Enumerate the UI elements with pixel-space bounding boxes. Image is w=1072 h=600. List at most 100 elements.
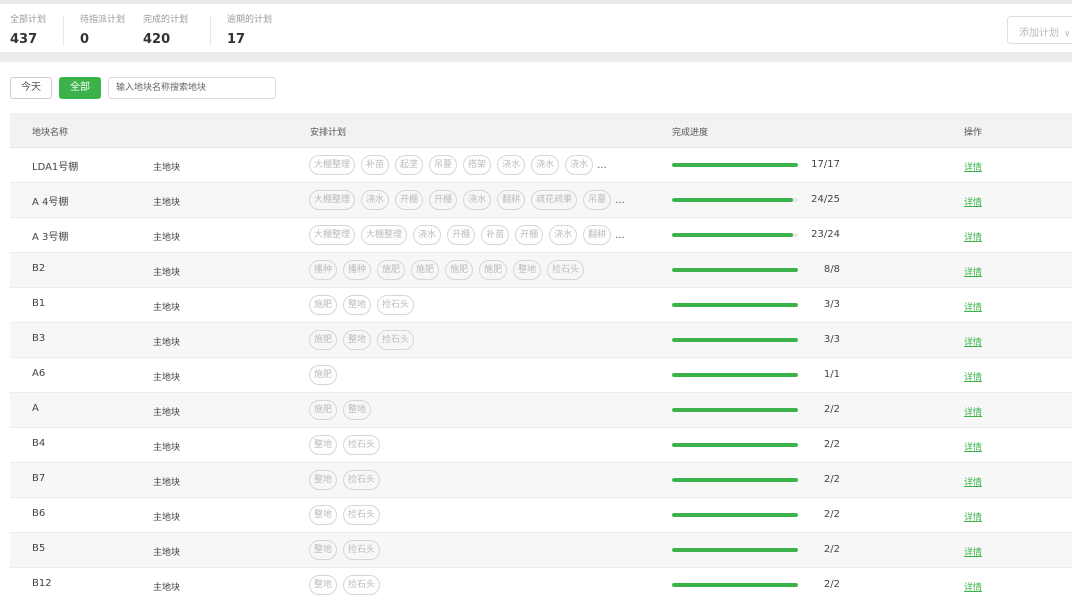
plan-tag[interactable]: 浇水 [361, 190, 390, 210]
plan-tag[interactable]: 翻耕 [583, 225, 612, 245]
plan-tag[interactable]: 捡石头 [343, 575, 381, 595]
plan-tag[interactable]: 吊蔓 [429, 155, 458, 175]
progress-bar [672, 338, 798, 342]
plan-tag[interactable]: 捡石头 [547, 260, 585, 280]
plan-tag[interactable]: 搭架 [463, 155, 492, 175]
detail-link[interactable]: 详情 [964, 160, 982, 173]
header-plan: 安排计划 [310, 128, 347, 138]
progress-fill [672, 233, 793, 237]
plan-tag[interactable]: 补苗 [361, 155, 390, 175]
plot-name: B12 [32, 578, 52, 589]
plan-tag[interactable]: 开棚 [447, 225, 476, 245]
plan-tag[interactable]: 疏花疏果 [531, 190, 578, 210]
chevron-down-icon: ∨ [1064, 29, 1071, 39]
plan-tag[interactable]: 浇水 [565, 155, 594, 175]
plan-tag[interactable]: 大棚整理 [361, 225, 408, 245]
plan-tag[interactable]: 捡石头 [343, 540, 381, 560]
detail-link[interactable]: 详情 [964, 405, 982, 418]
detail-link[interactable]: 详情 [964, 440, 982, 453]
detail-link[interactable]: 详情 [964, 335, 982, 348]
plan-tag[interactable]: 整地 [309, 575, 338, 595]
plan-tag[interactable]: 浇水 [463, 190, 492, 210]
plan-tag[interactable]: 施肥 [309, 330, 338, 350]
plan-tag[interactable]: 施肥 [309, 365, 338, 385]
plan-tag[interactable]: 整地 [513, 260, 542, 280]
stat-value: 420 [143, 32, 171, 47]
stat-value: 17 [227, 32, 246, 47]
progress-fill [672, 548, 798, 552]
plan-tag[interactable]: 播种 [309, 260, 338, 280]
plan-tag[interactable]: 捡石头 [343, 470, 381, 490]
progress-text: 2/2 [823, 404, 840, 415]
plan-tag[interactable]: 吊蔓 [583, 190, 612, 210]
plan-tag[interactable]: 施肥 [309, 400, 338, 420]
plan-tag[interactable]: 开棚 [515, 225, 544, 245]
plan-tag[interactable]: 浇水 [531, 155, 560, 175]
plan-tag[interactable]: 施肥 [445, 260, 474, 280]
table-row: B2 主地块 播种 播种 施肥 施肥 施肥 施肥 整地 捡石头 8/8 详情 [10, 253, 1072, 288]
search-input[interactable] [108, 77, 276, 99]
plan-tag[interactable]: 大棚整理 [309, 155, 356, 175]
plot-name: A [32, 403, 39, 414]
plan-tag[interactable]: 浇水 [497, 155, 526, 175]
plot-name: B5 [32, 543, 46, 554]
detail-link[interactable]: 详情 [964, 265, 982, 278]
plan-tag[interactable]: 施肥 [377, 260, 406, 280]
plan-tag[interactable]: 整地 [343, 330, 372, 350]
plan-tag[interactable]: 施肥 [411, 260, 440, 280]
plan-tag[interactable]: 捡石头 [377, 330, 415, 350]
plan-tag[interactable]: 整地 [343, 400, 372, 420]
plan-tag[interactable]: 大棚整理 [309, 190, 356, 210]
plan-tag[interactable]: 播种 [343, 260, 372, 280]
plan-tag[interactable]: 捡石头 [343, 505, 381, 525]
all-filter-button[interactable]: 全部 [59, 77, 101, 99]
progress-text: 1/1 [823, 369, 840, 380]
section-gap [0, 52, 1072, 62]
plan-tag[interactable]: 翻耕 [497, 190, 526, 210]
today-filter-button[interactable]: 今天 [10, 77, 52, 99]
plan-tag[interactable]: 整地 [309, 540, 338, 560]
plan-tag[interactable]: 整地 [343, 295, 372, 315]
detail-link[interactable]: 详情 [964, 370, 982, 383]
plot-type: 主地块 [153, 373, 181, 383]
progress-text: 24/25 [811, 194, 840, 205]
plan-tag[interactable]: 起垄 [395, 155, 424, 175]
plan-tags: 大棚整理 补苗 起垄 吊蔓 搭架 浇水 浇水 浇水... [309, 155, 679, 177]
table-row: B5 主地块 整地 捡石头 2/2 详情 [10, 533, 1072, 568]
plan-tag[interactable]: 施肥 [309, 295, 338, 315]
plan-tag[interactable]: 整地 [309, 470, 338, 490]
detail-link[interactable]: 详情 [964, 475, 982, 488]
plan-tag[interactable]: 浇水 [549, 225, 578, 245]
plan-tag[interactable]: 整地 [309, 435, 338, 455]
stat-pending-plans[interactable]: 待指派计划 0 [80, 12, 125, 47]
detail-link[interactable]: 详情 [964, 195, 982, 208]
plan-tag[interactable]: 整地 [309, 505, 338, 525]
more-tags-indicator[interactable]: ... [615, 230, 625, 241]
progress-fill [672, 408, 798, 412]
detail-link[interactable]: 详情 [964, 545, 982, 558]
progress-fill [672, 338, 798, 342]
stat-all-plans[interactable]: 全部计划 437 [10, 12, 46, 47]
plan-tag[interactable]: 大棚整理 [309, 225, 356, 245]
plan-tags: 整地 捡石头 [309, 540, 679, 562]
plot-type: 主地块 [153, 163, 181, 173]
detail-link[interactable]: 详情 [964, 580, 982, 593]
plan-tag[interactable]: 捡石头 [377, 295, 415, 315]
add-plan-dropdown[interactable]: 添加计划 ∨ [1007, 16, 1072, 44]
detail-link[interactable]: 详情 [964, 510, 982, 523]
detail-link[interactable]: 详情 [964, 300, 982, 313]
progress-text: 8/8 [823, 264, 840, 275]
plan-tag[interactable]: 捡石头 [343, 435, 381, 455]
more-tags-indicator[interactable]: ... [597, 160, 607, 171]
plan-tag[interactable]: 开棚 [429, 190, 458, 210]
stat-completed-plans[interactable]: 完成的计划 420 [143, 12, 188, 47]
plan-tag[interactable]: 施肥 [479, 260, 508, 280]
plan-tag[interactable]: 浇水 [413, 225, 442, 245]
stat-label: 完成的计划 [143, 15, 189, 25]
detail-link[interactable]: 详情 [964, 230, 982, 243]
plan-tag[interactable]: 补苗 [481, 225, 510, 245]
more-tags-indicator[interactable]: ... [615, 195, 625, 206]
stat-overdue-plans[interactable]: 逾期的计划 17 [227, 12, 272, 47]
stat-value: 437 [10, 32, 38, 47]
plan-tag[interactable]: 开棚 [395, 190, 424, 210]
